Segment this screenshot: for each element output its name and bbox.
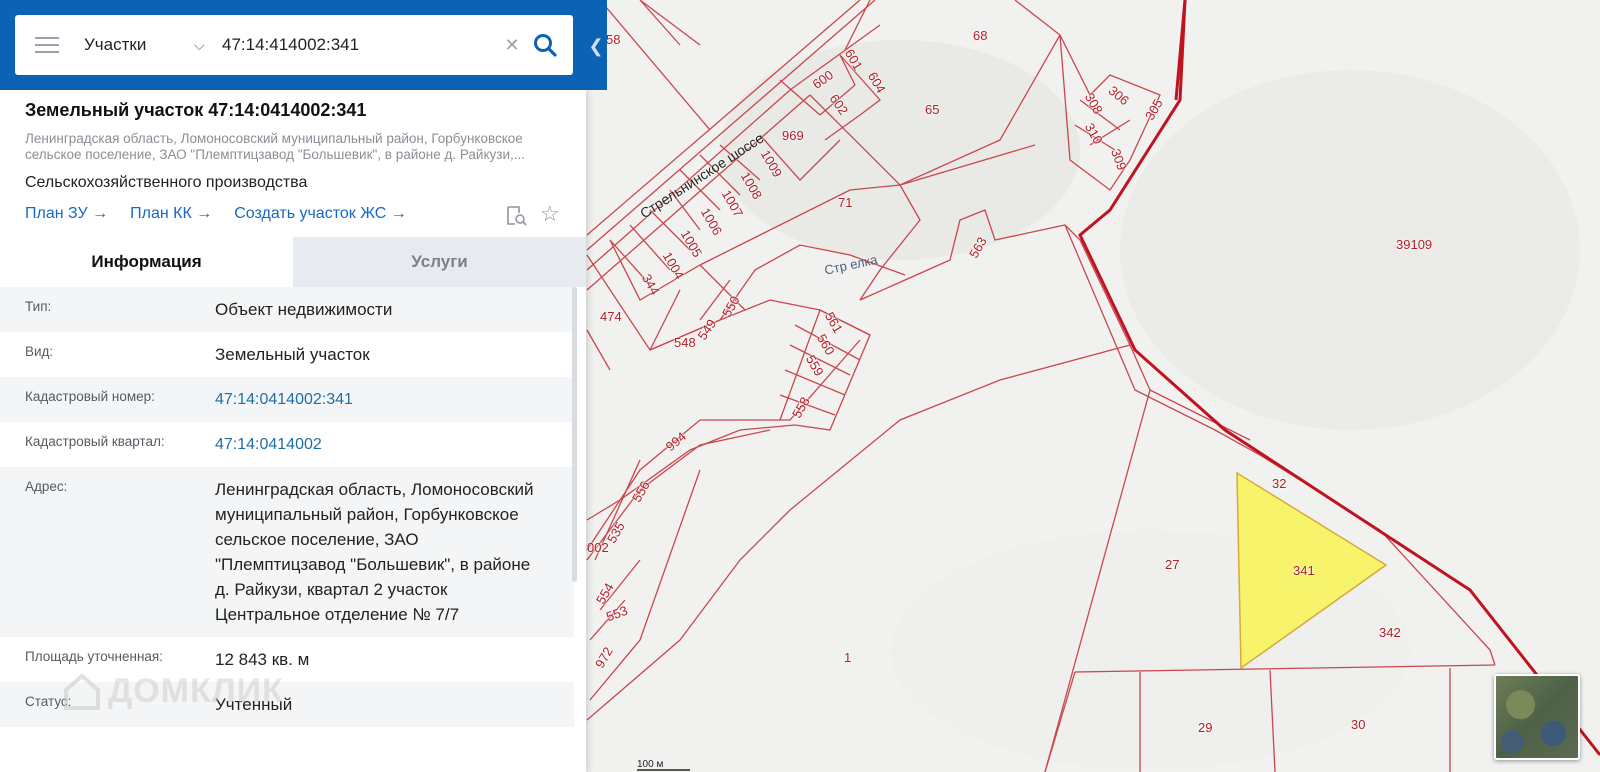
info-key: Адрес: [25,479,68,494]
plot-label[interactable]: 68 [973,28,987,43]
scale-label: 100 м [637,759,664,770]
tab-information[interactable]: Информация [0,237,293,287]
plot-label[interactable]: 58 [606,32,620,47]
watermark: ДОМКЛИК [108,672,284,710]
info-row-address: Адрес: Ленинградская область, Ломоносовс… [0,467,574,637]
link-create-plot[interactable]: Создать участок ЖС → [234,205,407,223]
object-links: План ЗУ → План КК → Создать участок ЖС → [25,205,407,223]
category-select[interactable]: Участки [84,35,194,55]
menu-icon[interactable] [35,37,59,53]
info-key: Кадастровый квартал: [25,434,165,449]
object-purpose: Сельскохозяйственного производства [25,174,308,191]
info-key: Тип: [25,299,52,314]
info-value: Земельный участок [215,345,370,364]
info-key: Вид: [25,344,54,359]
info-row-type: Тип: Объект недвижимости [0,287,574,332]
plot-label[interactable]: 969 [782,128,804,143]
plot-label[interactable]: 65 [925,102,939,117]
plot-label[interactable]: 39109 [1396,237,1432,252]
plot-label[interactable]: 29 [1198,720,1212,735]
info-value: Объект недвижимости [215,300,393,319]
info-table: Тип: Объект недвижимости Вид: Земельный … [0,287,574,727]
plot-label-selected[interactable]: 341 [1293,563,1315,578]
search-box: Участки ⌵ ✕ [15,15,573,75]
plot-label[interactable]: 30 [1351,717,1365,732]
plot-label[interactable]: 002 [587,540,609,555]
link-plan-kk[interactable]: План КК → [130,205,212,223]
plot-label[interactable]: 71 [838,195,852,210]
plot-label[interactable]: 474 [600,309,622,324]
info-value: Ленинградская область, Ломоносовский мун… [215,480,534,624]
search-icon[interactable] [532,32,558,58]
plot-label[interactable]: 32 [1272,476,1286,491]
panel-scrollbar[interactable] [572,287,577,582]
info-row-cadastral-number: Кадастровый номер: 47:14:0414002:341 [0,377,574,422]
info-row-cadastral-block: Кадастровый квартал: 47:14:0414002 [0,422,574,467]
plot-label[interactable]: 342 [1379,625,1401,640]
chevron-down-icon[interactable]: ⌵ [194,37,210,54]
plot-label[interactable]: 548 [674,335,696,350]
tab-services[interactable]: Услуги [293,237,586,287]
collapse-panel-icon[interactable]: ❮ [588,34,604,58]
search-input[interactable] [220,34,494,56]
document-search-icon[interactable] [505,205,527,227]
star-icon[interactable]: ☆ [540,203,560,225]
object-address: Ленинградская область, Ломоносовский мун… [25,131,526,162]
cadastral-number-link[interactable]: 47:14:0414002:341 [215,377,545,422]
object-title: Земельный участок 47:14:0414002:341 [25,100,367,120]
plot-label[interactable]: 1 [844,650,851,665]
satellite-layer-toggle[interactable] [1494,674,1580,760]
domclick-logo-icon [64,673,100,710]
cadastral-block-link[interactable]: 47:14:0414002 [215,422,545,467]
plot-label[interactable]: 27 [1165,557,1179,572]
tab-bar: Информация Услуги [0,237,586,287]
link-plan-zu[interactable]: План ЗУ → [25,205,108,223]
info-row-kind: Вид: Земельный участок [0,332,574,377]
close-icon[interactable]: ✕ [502,35,522,56]
info-key: Кадастровый номер: [25,389,155,404]
